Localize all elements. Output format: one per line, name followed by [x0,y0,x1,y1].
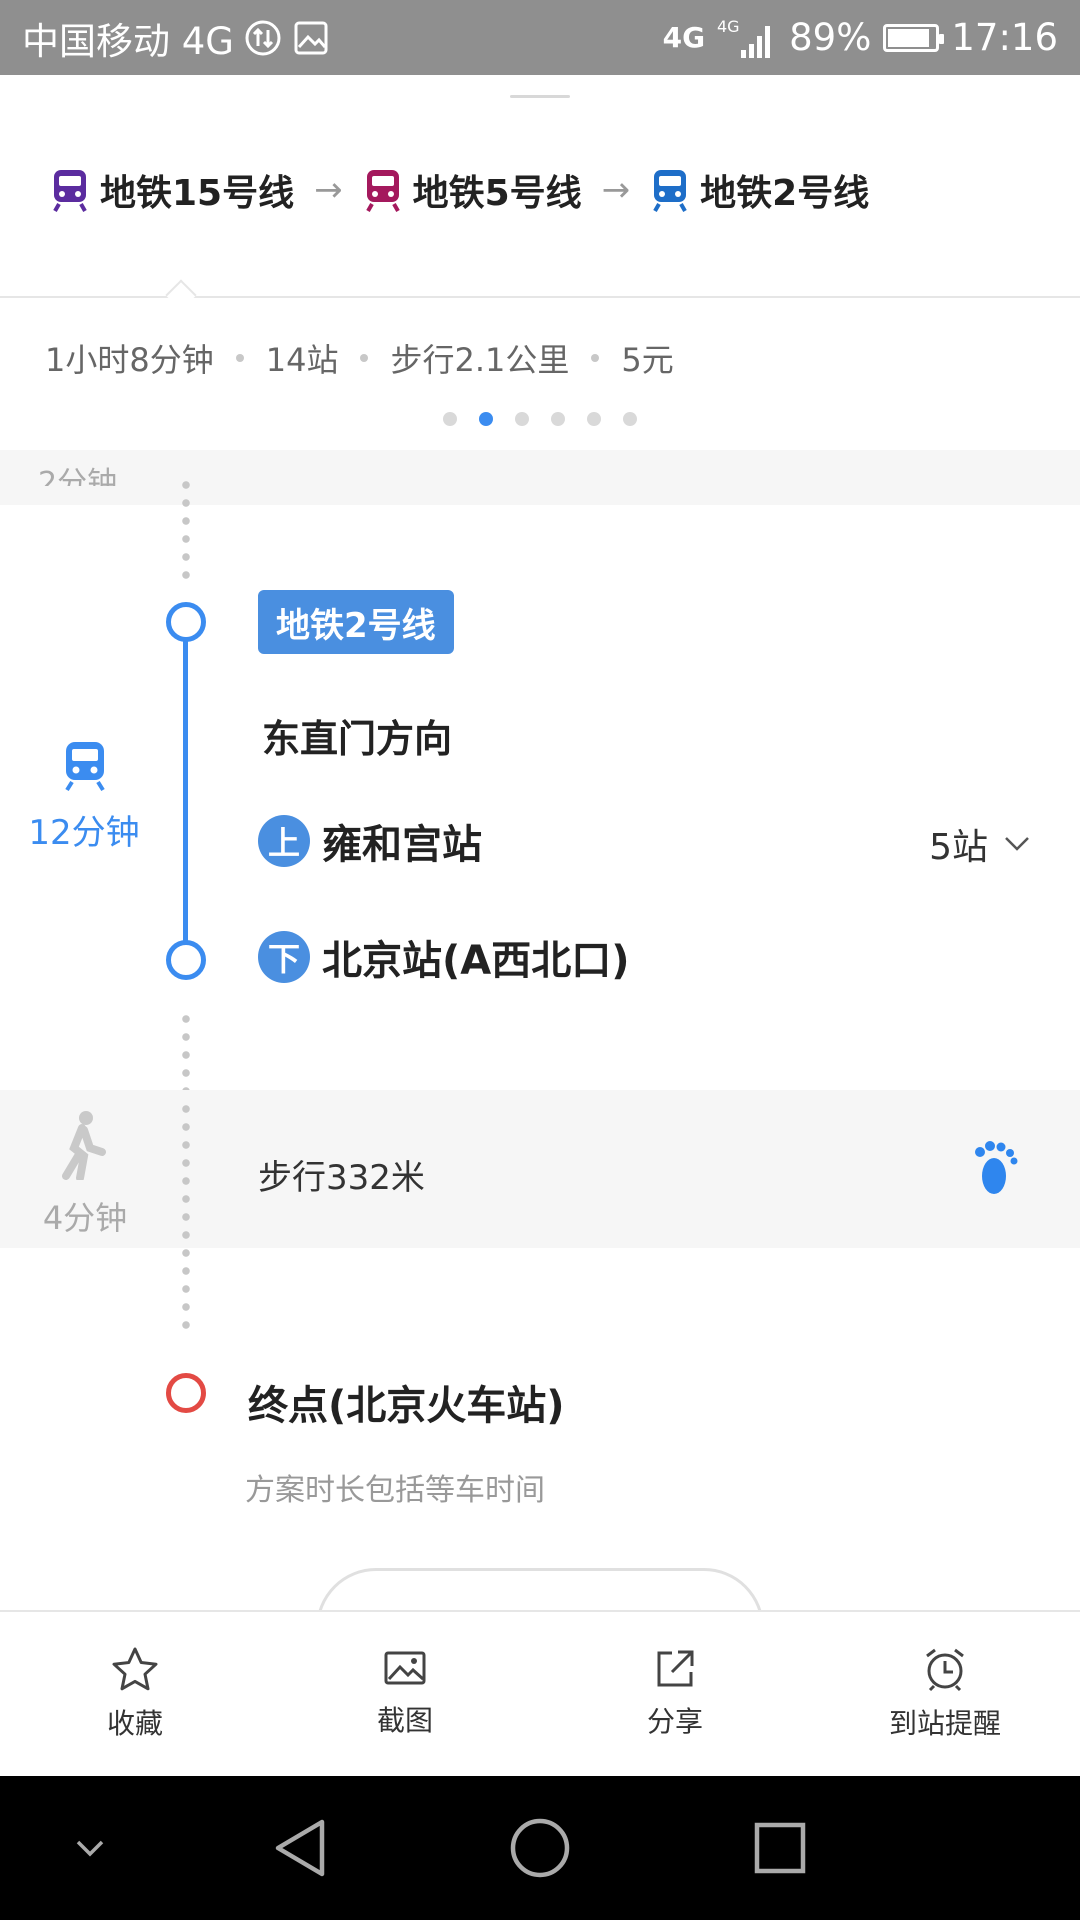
destination-title: 终点(北京火车站) [248,1383,565,1429]
direction-text: 东直门方向 [262,717,453,761]
station-count: 14站 [265,341,339,379]
route-line-label: 地铁2号线 [700,173,870,214]
favorite-label: 收藏 [106,1707,163,1740]
arrow-icon: → [601,170,631,210]
route-lines: 地铁15号线 → 地铁5号线 → 地铁2号线 [50,165,869,215]
route-line-1: 地铁15号线 [50,164,294,216]
battery-percent: 89% [789,16,872,59]
walk-distance-text: 步行332米 [258,1158,425,1198]
arrival-reminder-button[interactable]: 到站提醒 [810,1612,1080,1776]
separator-dot [360,354,369,362]
arrival-reminder-label: 到站提醒 [888,1707,1001,1740]
battery-icon [883,23,945,52]
route-line-label: 地铁5号线 [412,173,582,214]
back-triangle-icon [275,1819,325,1877]
pager-dot[interactable] [551,412,565,426]
previous-segment-duration: 2分钟 [38,466,118,486]
share-icon [657,1650,694,1687]
star-icon [112,1647,158,1691]
alarm-icon [926,1648,964,1692]
home-button[interactable] [500,1776,580,1920]
previous-segment-band [0,450,1080,505]
walk-distance: 步行2.1公里 [390,341,570,379]
divider [0,296,1080,298]
total-duration: 1小时8分钟 [45,341,214,379]
signal-icon: 4G [717,16,777,60]
walking-person-icon [60,1110,108,1184]
pager-dot[interactable] [479,412,493,426]
arrow-icon: → [314,170,343,210]
recents-button[interactable] [740,1776,820,1920]
pager-dot[interactable] [623,412,637,426]
subway-icon [53,170,87,212]
alighting-station: 下 北京站(A西北口) [258,928,630,986]
clock: 17:16 [951,16,1058,59]
footprint-icon[interactable] [970,1140,1018,1200]
fare: 5元 [621,341,674,379]
collapse-nav-button[interactable] [60,1776,120,1920]
carrier-text: 中国移动 4G [22,19,234,63]
subway-icon [653,170,687,212]
boarding-station-name: 雍和宫站 [322,822,482,868]
divider-pointer [165,279,197,311]
timeline-node-end [166,940,206,980]
gallery-icon [292,19,330,57]
image-icon [384,1651,426,1685]
network-4g-icon: 4G [662,20,706,54]
screenshot-button[interactable]: 截图 [270,1612,540,1776]
route-line-label: 地铁15号线 [100,173,295,214]
line-badge: 地铁2号线 [258,590,454,654]
share-button[interactable]: 分享 [540,1612,810,1776]
pager-dot[interactable] [587,412,601,426]
alighting-station-name: 北京站(A西北口) [322,938,630,984]
alight-mark: 下 [258,931,310,983]
svg-text:4G: 4G [717,17,740,36]
boarding-station: 上 雍和宫站 [258,812,482,870]
chevron-down-icon [1005,837,1029,851]
board-mark: 上 [258,815,310,867]
route-summary-info: 1小时8分钟 14站 步行2.1公里 5元 [45,335,674,381]
walk-duration: 4分钟 [42,1199,128,1237]
duration-note: 方案时长包括等车时间 [245,1473,545,1508]
system-nav-bar [0,1776,1080,1920]
timeline-dotted [182,476,190,586]
route-line-3: 地铁2号线 [650,164,869,216]
subway-icon [365,170,400,212]
route-line-2: 地铁5号线 [363,164,582,216]
favorite-button[interactable]: 收藏 [0,1612,270,1776]
separator-dot [591,354,600,362]
timeline-subway-line [183,622,188,960]
timeline-node-start [166,602,206,642]
pager-dot[interactable] [515,412,529,426]
back-button[interactable] [260,1776,340,1920]
status-bar: 中国移动 4G 4G 4G 89% 17:16 [0,0,1080,75]
separator-dot [235,354,244,362]
timeline-dotted [182,1100,190,1240]
share-label: 分享 [646,1705,703,1738]
drag-handle[interactable] [510,95,570,98]
train-icon [62,740,108,796]
stop-count-toggle[interactable]: 5站 [929,818,1030,870]
walk-segment [0,1090,1080,1248]
home-circle-icon [510,1818,570,1878]
data-transfer-icon [244,19,282,57]
chevron-down-icon [76,1840,104,1857]
screenshot-label: 截图 [376,1704,433,1737]
action-bar: 收藏 截图 分享 到站提醒 [0,1610,1080,1776]
segment-duration: 12分钟 [28,813,140,853]
timeline-node-destination [166,1373,206,1413]
route-pager[interactable] [443,412,637,426]
recents-square-icon [754,1822,806,1874]
pager-dot[interactable] [443,412,457,426]
stop-count-label: 5站 [929,827,988,868]
